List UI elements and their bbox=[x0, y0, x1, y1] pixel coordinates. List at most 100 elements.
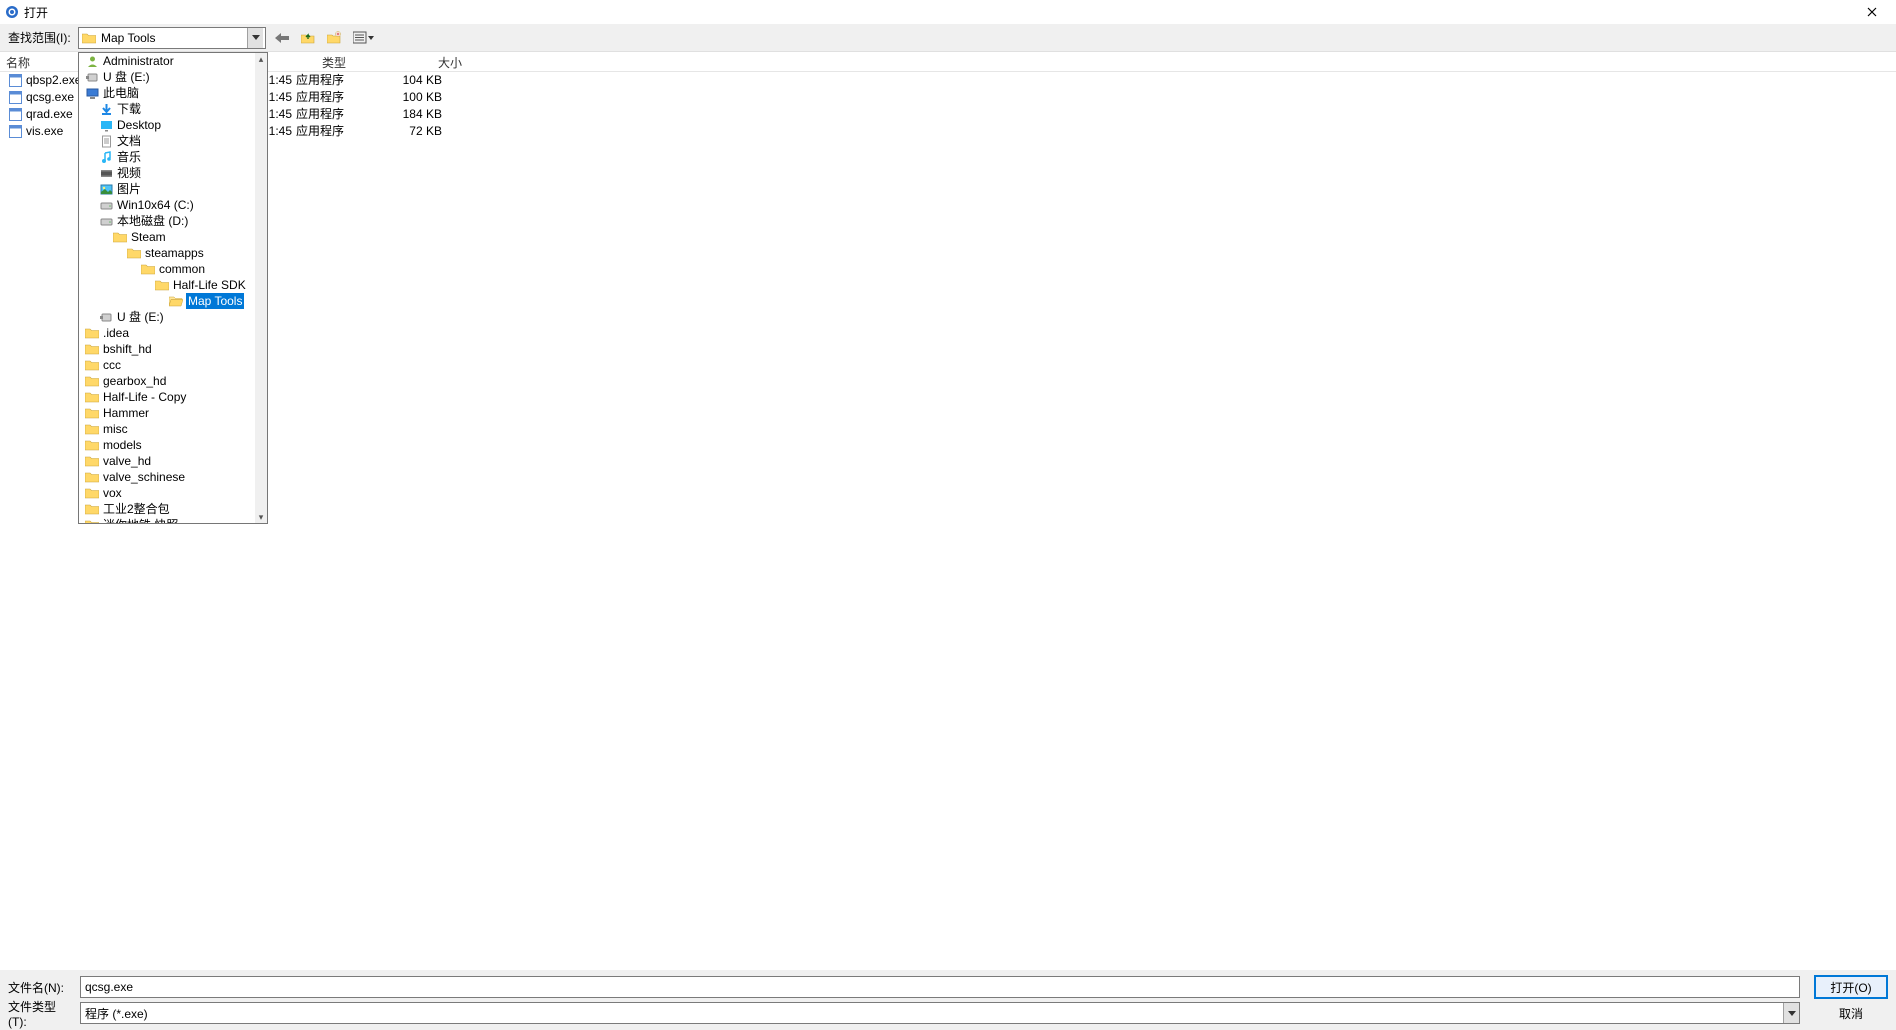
tree-item[interactable]: 图片 bbox=[79, 181, 267, 197]
tree-item[interactable]: bshift_hd bbox=[79, 341, 267, 357]
folder-icon bbox=[85, 502, 99, 516]
tree-item[interactable]: Administrator bbox=[79, 53, 267, 69]
folder-icon bbox=[85, 358, 99, 372]
tree-item-label: Half-Life - Copy bbox=[102, 389, 187, 405]
tree-item[interactable]: U 盘 (E:) bbox=[79, 309, 267, 325]
exe-icon bbox=[8, 108, 22, 122]
new-folder-button[interactable] bbox=[324, 28, 344, 48]
open-button[interactable]: 打开(O) bbox=[1814, 975, 1888, 999]
tree-item[interactable]: valve_schinese bbox=[79, 469, 267, 485]
tree-item[interactable]: 此电脑 bbox=[79, 85, 267, 101]
tree-item[interactable]: 工业2整合包 bbox=[79, 501, 267, 517]
file-size: 104 KB bbox=[386, 72, 448, 89]
location-tree: AdministratorU 盘 (E:)此电脑下载Desktop文档音乐视频图… bbox=[79, 53, 267, 524]
picture-icon bbox=[99, 182, 113, 196]
tree-item[interactable]: vox bbox=[79, 485, 267, 501]
file-type: 应用程序 bbox=[296, 72, 386, 89]
file-size: 184 KB bbox=[386, 106, 448, 123]
tree-item-label: models bbox=[102, 437, 143, 453]
tree-item[interactable]: 音乐 bbox=[79, 149, 267, 165]
tree-item[interactable]: models bbox=[79, 437, 267, 453]
exe-icon bbox=[8, 125, 22, 139]
tree-item-label: .idea bbox=[102, 325, 130, 341]
tree-item[interactable]: Map Tools bbox=[79, 293, 267, 309]
tree-item[interactable]: Half-Life - Copy bbox=[79, 389, 267, 405]
tree-item[interactable]: 本地磁盘 (D:) bbox=[79, 213, 267, 229]
tree-item-label: vox bbox=[102, 485, 123, 501]
tree-item-label: 本地磁盘 (D:) bbox=[116, 213, 189, 229]
tree-item[interactable]: 迷你地铁 快照 bbox=[79, 517, 267, 524]
tree-item-label: misc bbox=[102, 421, 129, 437]
file-name: qrad.exe bbox=[26, 106, 73, 123]
tree-item[interactable]: valve_hd bbox=[79, 453, 267, 469]
tree-item[interactable]: .idea bbox=[79, 325, 267, 341]
filename-input[interactable] bbox=[80, 976, 1800, 998]
tree-item[interactable]: common bbox=[79, 261, 267, 277]
chevron-down-icon[interactable] bbox=[1783, 1003, 1799, 1023]
tree-item-label: steamapps bbox=[144, 245, 205, 261]
file-size: 100 KB bbox=[386, 89, 448, 106]
file-name: qcsg.exe bbox=[26, 89, 74, 106]
tree-item-label: valve_schinese bbox=[102, 469, 186, 485]
music-icon bbox=[99, 150, 113, 164]
look-in-label: 查找范围(I): bbox=[8, 29, 72, 46]
tree-item[interactable]: Desktop bbox=[79, 117, 267, 133]
folder-icon bbox=[85, 422, 99, 436]
close-button[interactable] bbox=[1852, 0, 1892, 24]
drive-icon bbox=[99, 198, 113, 212]
drive-icon bbox=[99, 214, 113, 228]
tree-item-label: Win10x64 (C:) bbox=[116, 197, 195, 213]
tree-item[interactable]: steamapps bbox=[79, 245, 267, 261]
video-icon bbox=[99, 166, 113, 180]
filename-label: 文件名(N): bbox=[8, 979, 72, 996]
file-type: 应用程序 bbox=[296, 123, 386, 140]
look-in-combo[interactable]: Map Tools bbox=[78, 27, 266, 49]
tree-item-label: Map Tools bbox=[186, 293, 244, 309]
tree-item-label: 迷你地铁 快照 bbox=[102, 517, 179, 524]
tree-item[interactable]: gearbox_hd bbox=[79, 373, 267, 389]
tree-item-label: ccc bbox=[102, 357, 122, 373]
filetype-select[interactable]: 程序 (*.exe) bbox=[80, 1002, 1800, 1024]
tree-item-label: common bbox=[158, 261, 206, 277]
app-icon bbox=[4, 4, 20, 20]
usb-icon bbox=[85, 70, 99, 84]
chevron-down-icon[interactable] bbox=[247, 28, 263, 48]
cancel-button[interactable]: 取消 bbox=[1814, 1002, 1888, 1024]
tree-item-label: Half-Life SDK bbox=[172, 277, 247, 293]
folder-icon bbox=[113, 230, 127, 244]
column-size[interactable]: 大小 bbox=[406, 52, 468, 71]
tree-item[interactable]: Half-Life SDK bbox=[79, 277, 267, 293]
tree-item[interactable]: ccc bbox=[79, 357, 267, 373]
scroll-up-icon[interactable]: ▴ bbox=[255, 53, 267, 65]
dropdown-scrollbar[interactable]: ▴ ▾ bbox=[255, 53, 267, 523]
file-type: 应用程序 bbox=[296, 89, 386, 106]
column-header: 名称 类型 大小 bbox=[0, 52, 1896, 72]
up-one-level-button[interactable] bbox=[298, 28, 318, 48]
tree-item-label: 图片 bbox=[116, 181, 142, 197]
view-menu-button[interactable] bbox=[350, 28, 378, 48]
folder-icon bbox=[85, 374, 99, 388]
tree-item[interactable]: 视频 bbox=[79, 165, 267, 181]
column-type[interactable]: 类型 bbox=[316, 52, 406, 71]
tree-item-label: 工业2整合包 bbox=[102, 501, 171, 517]
tree-item-label: valve_hd bbox=[102, 453, 152, 469]
tree-item-label: bshift_hd bbox=[102, 341, 153, 357]
tree-item[interactable]: Win10x64 (C:) bbox=[79, 197, 267, 213]
scroll-down-icon[interactable]: ▾ bbox=[255, 511, 267, 523]
tree-item[interactable]: Hammer bbox=[79, 405, 267, 421]
folder-icon bbox=[85, 326, 99, 340]
tree-item[interactable]: Steam bbox=[79, 229, 267, 245]
folder-icon bbox=[85, 470, 99, 484]
usb-icon bbox=[99, 310, 113, 324]
location-dropdown-panel: AdministratorU 盘 (E:)此电脑下载Desktop文档音乐视频图… bbox=[78, 52, 268, 524]
tree-item[interactable]: U 盘 (E:) bbox=[79, 69, 267, 85]
download-icon bbox=[99, 102, 113, 116]
back-button[interactable] bbox=[272, 28, 292, 48]
tree-item-label: 下载 bbox=[116, 101, 142, 117]
tree-item[interactable]: misc bbox=[79, 421, 267, 437]
tree-item-label: 音乐 bbox=[116, 149, 142, 165]
tree-item[interactable]: 文档 bbox=[79, 133, 267, 149]
folder-open-icon bbox=[169, 294, 183, 308]
tree-item[interactable]: 下载 bbox=[79, 101, 267, 117]
folder-icon bbox=[85, 438, 99, 452]
